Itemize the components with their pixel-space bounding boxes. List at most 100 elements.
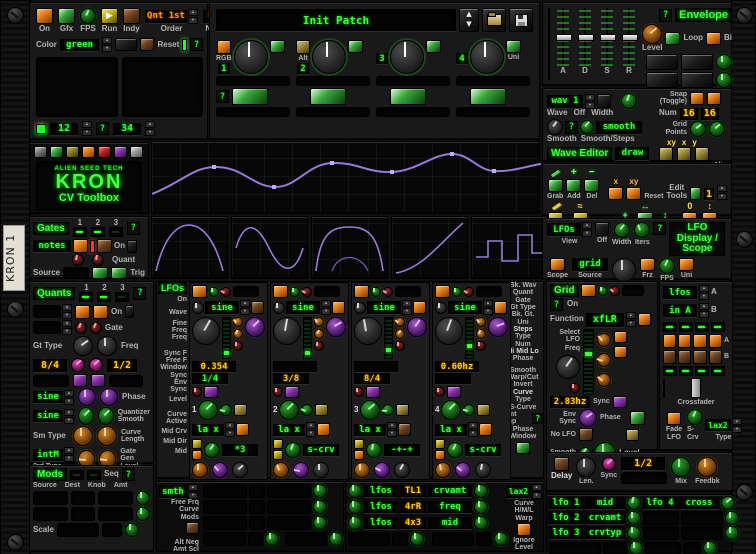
quant-gate-knob-1[interactable] (75, 322, 87, 334)
lax2-spinner[interactable] (532, 484, 542, 499)
lfo-envsync-pad[interactable] (366, 386, 380, 398)
grid-slider[interactable] (583, 329, 594, 395)
delay-sync-knob[interactable] (602, 457, 616, 471)
quant-on-button-1[interactable] (75, 305, 90, 319)
macro-knob-4[interactable] (470, 40, 504, 74)
grid-tan-pad[interactable] (626, 429, 639, 441)
fader-b-pad[interactable] (709, 350, 722, 364)
mod-src-value[interactable]: lfos (364, 485, 398, 497)
lfo-midcrv-value[interactable]: la x (435, 424, 467, 436)
lfo-slider[interactable] (465, 317, 474, 359)
lfo-mid-led[interactable] (192, 450, 202, 460)
lfo-mid-value[interactable]: *3 (222, 444, 258, 456)
gates-notes-value[interactable]: notes (33, 240, 71, 252)
count-right-spinner[interactable] (145, 121, 155, 136)
lfo-on-button[interactable] (435, 285, 450, 298)
quant-fine-knob-1[interactable] (71, 358, 85, 372)
lfo-midcrv-spinner[interactable] (387, 422, 397, 437)
wave-slot-2[interactable] (231, 216, 308, 279)
order-value[interactable]: Qnt 1st (145, 10, 187, 23)
matrix-amt-knob[interactable] (313, 500, 327, 514)
lfo-mini-knob[interactable] (221, 287, 231, 297)
fade-lfo-button[interactable] (667, 412, 681, 425)
macro-bar[interactable] (216, 107, 290, 117)
help-button[interactable]: ? (653, 222, 666, 235)
lfo-midcrv-value[interactable]: la x (354, 424, 386, 436)
count-left-spinner[interactable] (82, 121, 92, 136)
matrix-amt-knob[interactable] (313, 516, 327, 530)
quant-curve-knob-2[interactable] (97, 426, 117, 446)
quant-smooth-knob-1[interactable] (78, 407, 94, 425)
theme-swatch[interactable] (82, 146, 95, 158)
uni-button[interactable] (506, 40, 521, 53)
quant-type-spinner[interactable] (62, 304, 72, 319)
lfo-midcrv-button[interactable] (317, 423, 330, 436)
del-button[interactable] (584, 179, 599, 192)
lfo-mid-knob3[interactable] (232, 462, 248, 478)
wave-off-toggle[interactable] (597, 94, 611, 108)
delay-len-knob[interactable] (576, 457, 596, 477)
gates-on-toggle[interactable] (127, 240, 137, 253)
matrix-select-sm[interactable] (249, 516, 265, 530)
smooth-mode-value[interactable]: smooth (596, 121, 642, 134)
lfo-mid-led[interactable] (192, 439, 202, 449)
matrix-amt-knob[interactable] (725, 526, 739, 540)
quant-type-display[interactable] (33, 305, 61, 318)
num-x-value[interactable]: 16 (680, 108, 698, 120)
macro-enable-2[interactable] (348, 40, 363, 53)
lfo-wave-value[interactable]: sine (448, 301, 482, 314)
scope-uni-button[interactable] (679, 258, 694, 271)
lfo-mid-led[interactable] (273, 439, 283, 449)
grid-pad[interactable] (614, 331, 627, 343)
help-button[interactable]: ? (659, 9, 672, 22)
xr-a[interactable]: lfo 3 (549, 527, 583, 539)
lfo-curve-active-knob[interactable] (382, 404, 394, 416)
macro-bar[interactable] (216, 76, 290, 86)
lfo-freq-knob[interactable] (192, 317, 220, 345)
matrix-amt-knob[interactable] (474, 516, 488, 530)
lfo-wave-button[interactable] (494, 301, 507, 314)
lfo-curve-button[interactable] (315, 404, 328, 416)
wave-slot-5[interactable] (471, 216, 548, 279)
matrix-amt-knob[interactable] (703, 541, 717, 554)
lfo-sync-knob[interactable] (435, 387, 445, 397)
quant-display-r[interactable] (109, 375, 143, 387)
matrix-select[interactable] (681, 511, 723, 525)
quant-curve-knob-1[interactable] (73, 426, 93, 446)
lfo-wave-spinner[interactable] (402, 300, 412, 315)
lfo-fine-knob[interactable] (192, 302, 204, 314)
help-button[interactable]: ? (565, 121, 578, 134)
quant-gate-spinner[interactable] (62, 320, 72, 335)
lfo-mid-value[interactable]: s-crv (303, 444, 339, 456)
quant-sync-right[interactable]: 1/2 (107, 359, 137, 372)
color-toggle[interactable] (115, 38, 137, 51)
function-value[interactable]: xfLR (586, 313, 624, 327)
lfo-wave-spinner[interactable] (240, 300, 250, 315)
lfo-phase-knob[interactable] (326, 317, 346, 337)
delay-sync-value[interactable]: 1/2 (621, 457, 665, 470)
macro-pad-3[interactable] (390, 88, 426, 105)
matrix-amt-knob[interactable] (627, 511, 641, 525)
fader-type-value[interactable]: lax2 (705, 419, 731, 431)
align-xy-button[interactable] (659, 147, 673, 161)
matrix-select-sm[interactable] (476, 532, 492, 546)
matrix-amt-knob[interactable] (329, 532, 343, 546)
fader-a-pad[interactable] (678, 334, 691, 348)
lfo-wave-value[interactable]: sine (367, 301, 401, 314)
lfo-curve-active-knob[interactable] (463, 404, 475, 416)
lfo-mini-knob[interactable] (383, 287, 393, 297)
lfo-mid-knob[interactable] (285, 442, 301, 458)
gate-quant-knob-1[interactable] (72, 254, 84, 266)
scope-iters-knob[interactable] (634, 222, 650, 238)
matrix-select-sm[interactable] (392, 532, 408, 546)
lfo-mid-led[interactable] (435, 450, 445, 460)
env-level-knob[interactable] (642, 24, 662, 44)
mod-p2-value[interactable]: crvamt (428, 485, 472, 497)
phase-window-button[interactable] (516, 442, 530, 454)
fader-a-pad[interactable] (663, 334, 676, 348)
macro-enable-1[interactable] (270, 40, 285, 53)
matrix-amt-knob[interactable] (348, 500, 362, 514)
patch-spinner[interactable]: ▲▼ (459, 8, 479, 32)
reset-button[interactable] (140, 38, 155, 51)
gate-button-1[interactable] (73, 239, 88, 253)
